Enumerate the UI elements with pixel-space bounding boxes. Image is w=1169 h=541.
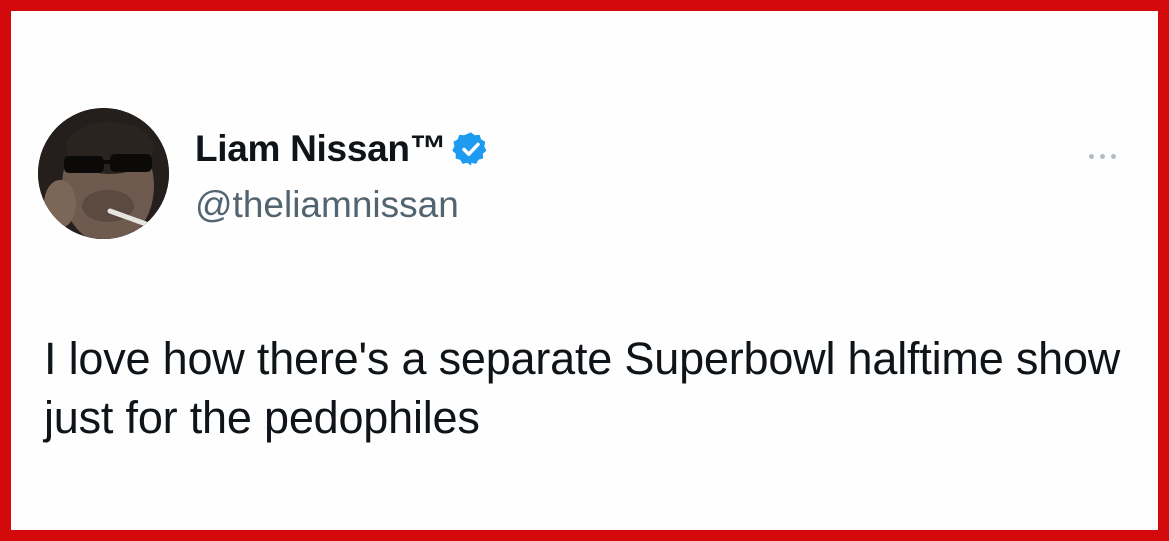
ellipsis-dot-icon [1099, 153, 1105, 159]
author-handle[interactable]: @theliamnissan [195, 183, 459, 227]
ellipsis-dot-icon [1110, 153, 1116, 159]
tweet-card: Liam Nissan™ @theliamnissan I love how t… [11, 11, 1158, 530]
more-options-button[interactable] [1073, 141, 1131, 171]
verified-badge-icon [452, 130, 490, 168]
tweet-text: I love how there's a separate Superbowl … [44, 333, 1121, 443]
ellipsis-dot-icon [1088, 153, 1094, 159]
author-avatar[interactable] [38, 108, 169, 239]
author-display-name[interactable]: Liam Nissan™ [195, 127, 447, 171]
avatar-photo-icon [38, 108, 169, 239]
red-border-frame: Liam Nissan™ @theliamnissan I love how t… [0, 0, 1169, 541]
author-name-row: Liam Nissan™ [195, 127, 490, 171]
